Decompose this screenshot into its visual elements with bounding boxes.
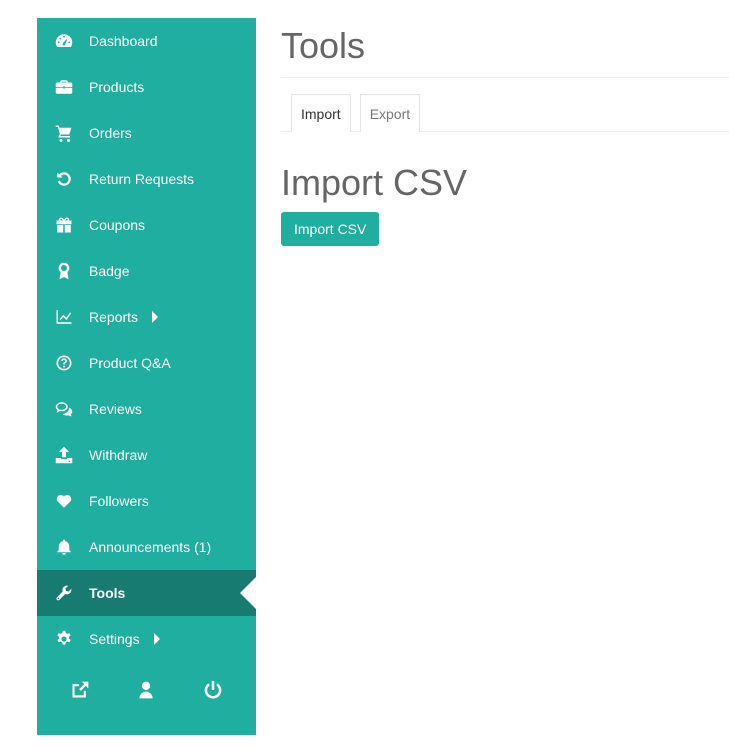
- sidebar-item-label: Tools: [89, 585, 126, 601]
- heart-icon: [53, 490, 75, 512]
- sidebar-item-label: Products: [89, 79, 145, 95]
- sidebar-item-coupons[interactable]: Coupons: [37, 202, 256, 248]
- bell-icon: [53, 536, 75, 558]
- main-content: Tools Import Export Import CSV Import CS…: [281, 18, 729, 246]
- user-icon[interactable]: [134, 678, 158, 702]
- sidebar-item-label: Followers: [89, 493, 149, 509]
- sidebar-item-label: Dashboard: [89, 33, 158, 49]
- sidebar-item-reports[interactable]: Reports: [37, 294, 256, 340]
- tachometer-icon: [53, 30, 75, 52]
- tab-export[interactable]: Export: [359, 94, 421, 132]
- sidebar-footer: [37, 666, 256, 714]
- comments-icon: [53, 398, 75, 420]
- sidebar-item-return-requests[interactable]: Return Requests: [37, 156, 256, 202]
- sidebar-item-label: Withdraw: [89, 447, 148, 463]
- sidebar-item-announcements[interactable]: Announcements (1): [37, 524, 256, 570]
- sidebar-item-label: Coupons: [89, 217, 146, 233]
- tab-bar: Import Export: [281, 94, 729, 132]
- sidebar-item-orders[interactable]: Orders: [37, 110, 256, 156]
- award-icon: [53, 260, 75, 282]
- sidebar-item-label: Badge: [89, 263, 130, 279]
- sidebar: Dashboard Products Orders Return Request…: [37, 18, 256, 735]
- sidebar-item-label: Product Q&A: [89, 355, 171, 371]
- external-link-icon[interactable]: [68, 678, 92, 702]
- sidebar-item-label: Announcements (1): [89, 539, 212, 555]
- sidebar-item-settings[interactable]: Settings: [37, 616, 256, 662]
- power-icon[interactable]: [201, 678, 225, 702]
- sidebar-item-products[interactable]: Products: [37, 64, 256, 110]
- caret-right-icon: [153, 633, 160, 645]
- caret-right-icon: [152, 311, 159, 323]
- sidebar-item-label: Settings: [89, 631, 140, 647]
- undo-icon: [53, 168, 75, 190]
- sidebar-item-product-qa[interactable]: Product Q&A: [37, 340, 256, 386]
- sidebar-item-label: Return Requests: [89, 171, 195, 187]
- wrench-icon: [53, 582, 75, 604]
- sidebar-item-label: Orders: [89, 125, 132, 141]
- tab-import[interactable]: Import: [291, 94, 351, 132]
- line-chart-icon: [53, 306, 75, 328]
- sidebar-item-withdraw[interactable]: Withdraw: [37, 432, 256, 478]
- section-title: Import CSV: [281, 162, 468, 203]
- sidebar-item-label: Reports: [89, 309, 139, 325]
- sidebar-item-badge[interactable]: Badge: [37, 248, 256, 294]
- import-csv-button[interactable]: Import CSV: [281, 212, 380, 246]
- sidebar-item-tools[interactable]: Tools: [37, 570, 256, 616]
- upload-icon: [53, 444, 75, 466]
- page-title: Tools: [281, 24, 729, 78]
- sidebar-item-dashboard[interactable]: Dashboard: [37, 18, 256, 64]
- gear-icon: [53, 628, 75, 650]
- shopping-cart-icon: [53, 122, 75, 144]
- sidebar-item-followers[interactable]: Followers: [37, 478, 256, 524]
- sidebar-item-reviews[interactable]: Reviews: [37, 386, 256, 432]
- sidebar-item-label: Reviews: [89, 401, 142, 417]
- gift-icon: [53, 214, 75, 236]
- briefcase-icon: [53, 76, 75, 98]
- question-circle-icon: [53, 352, 75, 374]
